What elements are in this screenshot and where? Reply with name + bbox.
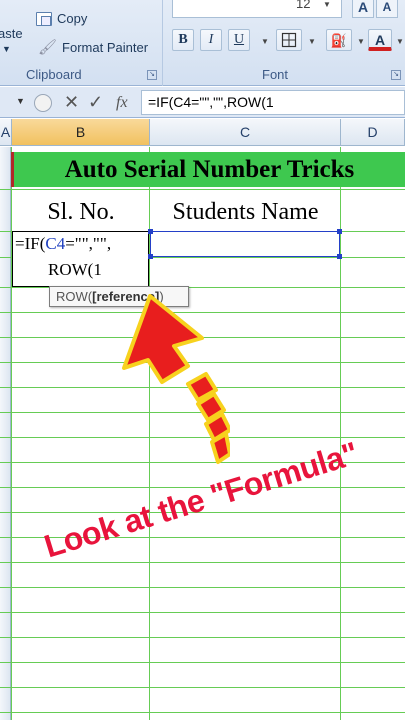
format-painter-icon: 🖌 xyxy=(38,39,58,56)
grid-line-horizontal xyxy=(0,637,405,638)
name-box-dropdown-icon[interactable]: ▼ xyxy=(16,96,25,106)
column-header-b[interactable]: B xyxy=(12,119,150,146)
grid-line-horizontal xyxy=(0,687,405,688)
font-size-value[interactable]: 12 xyxy=(296,0,310,11)
reference-handle[interactable] xyxy=(337,229,342,234)
bold-button[interactable]: B xyxy=(172,29,194,51)
ribbon: aste ▼ Copy 🖌 Format Painter Clipboard ↘… xyxy=(0,0,405,86)
formula-bar-options-icon[interactable] xyxy=(34,94,52,112)
column-header-d[interactable]: D xyxy=(341,119,405,146)
copy-button[interactable]: Copy xyxy=(36,11,87,26)
grid-line-horizontal xyxy=(0,587,405,588)
font-name-box[interactable] xyxy=(172,0,342,18)
referenced-cell-c4[interactable] xyxy=(150,231,340,257)
font-group-label: Font xyxy=(262,67,289,82)
format-painter-button[interactable]: 🖌 Format Painter xyxy=(38,38,148,56)
borders-icon xyxy=(281,32,297,48)
format-painter-label: Format Painter xyxy=(62,39,149,55)
italic-button[interactable]: I xyxy=(200,29,222,51)
underline-button[interactable]: U xyxy=(228,29,250,51)
clipboard-group: aste ▼ Copy 🖌 Format Painter Clipboard ↘ xyxy=(0,0,163,86)
fill-color-button[interactable]: ⛽ xyxy=(326,29,352,51)
header-cell-students-name[interactable]: Students Name xyxy=(150,194,341,230)
underline-dropdown-icon[interactable]: ▼ xyxy=(261,37,269,46)
column-header-a[interactable]: A xyxy=(0,119,12,146)
copy-icon xyxy=(36,11,52,26)
cancel-icon[interactable]: ✕ xyxy=(64,92,79,113)
row-headers xyxy=(0,147,11,720)
reference-handle[interactable] xyxy=(337,254,342,259)
fill-color-dropdown-icon[interactable]: ▼ xyxy=(357,37,365,46)
formula-reference-c4: C4 xyxy=(45,234,66,253)
formula-bar: ▼ ✕ ✓ fx =IF(C4="","",ROW(1 xyxy=(0,87,405,118)
paste-button-label[interactable]: aste xyxy=(0,26,23,41)
borders-dropdown-icon[interactable]: ▼ xyxy=(308,37,316,46)
font-group: 12 ▼ A A B I U ▼ ▼ ⛽ ▼ A ▼ Font ↘ xyxy=(166,0,405,86)
fill-bucket-icon: ⛽ xyxy=(330,33,348,48)
grid-line-horizontal xyxy=(0,662,405,663)
annotation-arrow-icon xyxy=(122,294,230,464)
paste-dropdown-icon[interactable]: ▼ xyxy=(2,44,11,54)
borders-button[interactable] xyxy=(276,29,302,51)
insert-function-icon[interactable]: fx xyxy=(116,94,128,112)
editing-formula-line-2: ROW(1 xyxy=(48,260,102,279)
formula-input[interactable]: =IF(C4="","",ROW(1 xyxy=(141,90,405,115)
reference-handle[interactable] xyxy=(148,254,153,259)
clipboard-launcher-icon[interactable]: ↘ xyxy=(147,70,157,80)
header-cell-sl-no[interactable]: Sl. No. xyxy=(12,194,150,230)
grid-line-horizontal xyxy=(0,612,405,613)
font-color-dropdown-icon[interactable]: ▼ xyxy=(396,37,404,46)
reference-handle[interactable] xyxy=(148,229,153,234)
clipboard-group-label: Clipboard xyxy=(26,67,82,82)
font-color-button[interactable]: A xyxy=(368,29,392,51)
grid-line-horizontal xyxy=(0,712,405,713)
copy-label: Copy xyxy=(57,11,88,26)
grid-line-horizontal xyxy=(0,189,405,190)
column-header-c[interactable]: C xyxy=(150,119,341,146)
enter-icon[interactable]: ✓ xyxy=(88,92,103,113)
sheet-title[interactable]: Auto Serial Number Tricks xyxy=(14,152,405,187)
font-size-dropdown-icon[interactable]: ▼ xyxy=(323,0,331,9)
grow-font-button[interactable]: A xyxy=(352,0,374,18)
font-launcher-icon[interactable]: ↘ xyxy=(391,70,401,80)
shrink-font-button[interactable]: A xyxy=(376,0,398,18)
editing-formula-line-1: =IF(C4="","", xyxy=(15,234,112,253)
